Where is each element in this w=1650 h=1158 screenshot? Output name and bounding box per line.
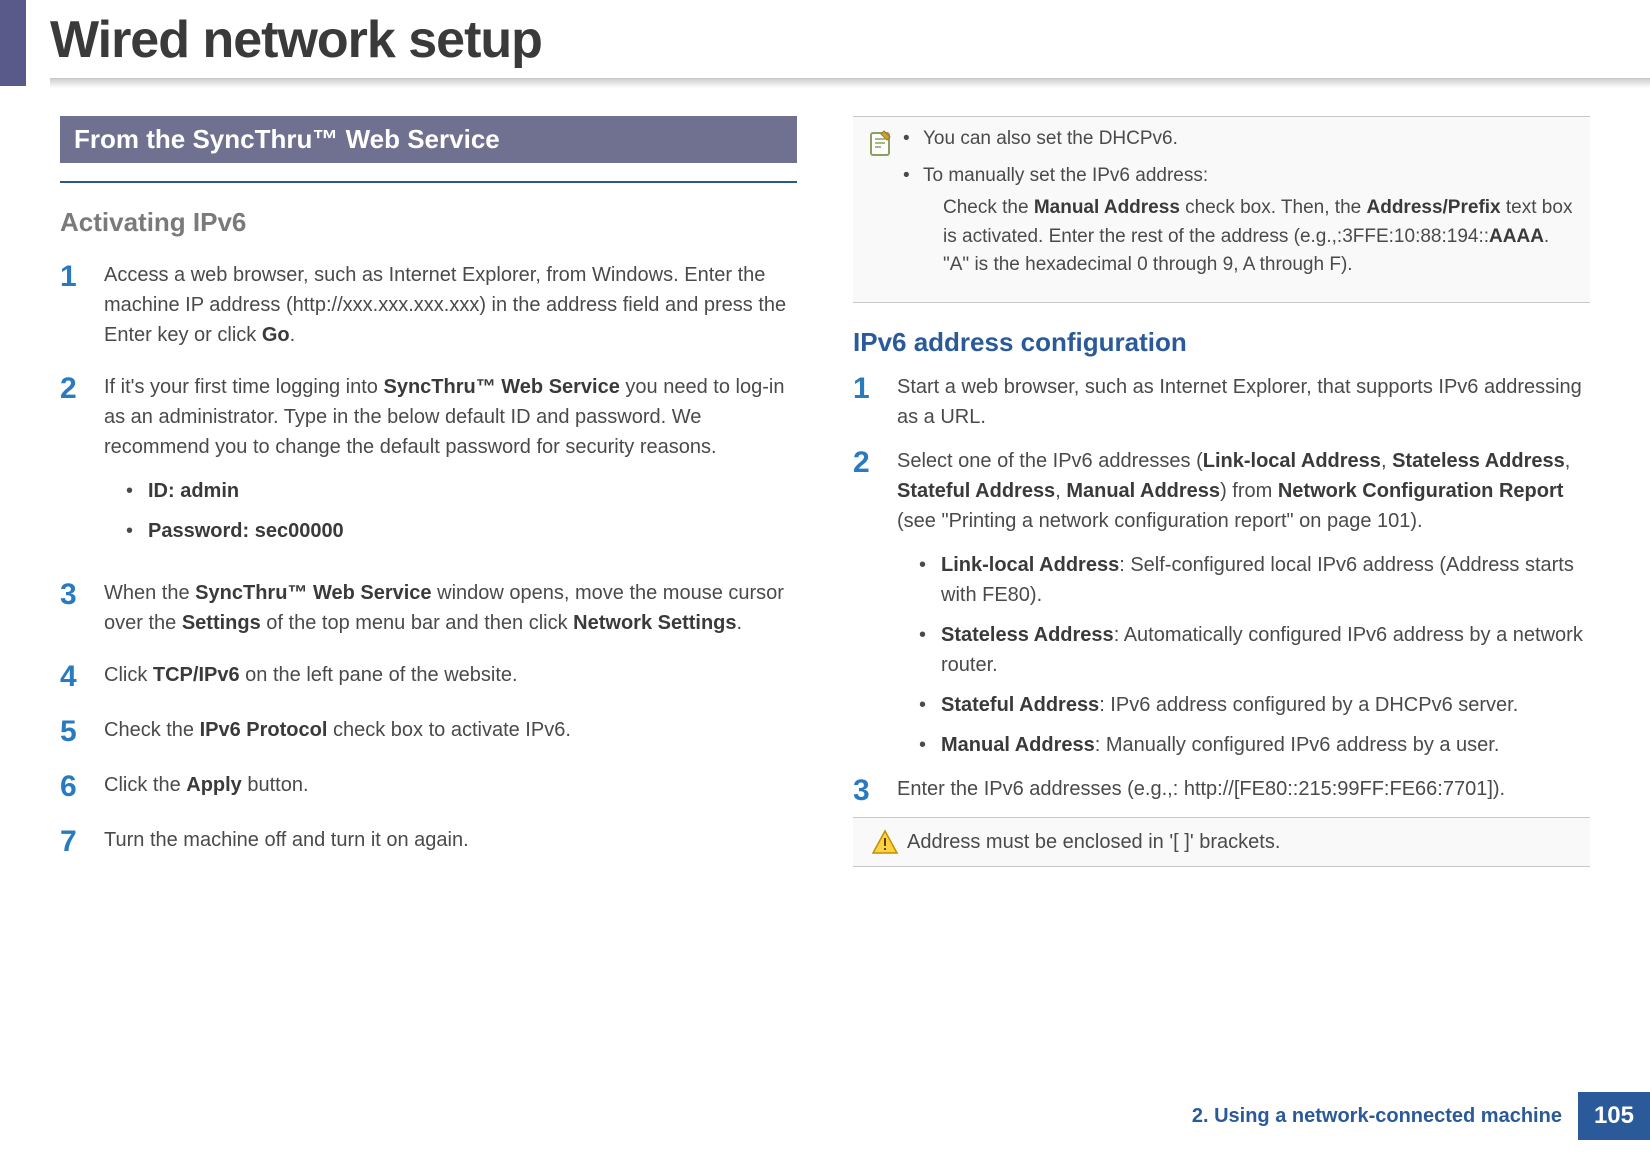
step-body: Click TCP/IPv6 on the left pane of the w… [104,660,797,693]
step-number: 6 [60,770,104,803]
note-item: To manually set the IPv6 address: Check … [903,162,1580,280]
step-3: 3 When the SyncThru™ Web Service window … [60,578,797,638]
step-number: 3 [853,774,897,807]
step-number: 1 [853,372,897,432]
list-item: Manual Address: Manually configured IPv6… [919,730,1590,760]
warning-text: Address must be enclosed in '[ ]' bracke… [907,828,1580,856]
address-types-list: Link-local Address: Self-configured loca… [897,550,1590,760]
section-heading: From the SyncThru™ Web Service [60,116,797,163]
step-number: 7 [60,825,104,858]
step-number: 3 [60,578,104,638]
list-item: Stateless Address: Automatically configu… [919,620,1590,680]
step-r2: 2 Select one of the IPv6 addresses (Link… [853,446,1590,770]
step-body: Access a web browser, such as Internet E… [104,260,797,350]
step-body: Enter the IPv6 addresses (e.g.,: http://… [897,774,1590,807]
page-footer: 2. Using a network-connected machine 105 [1192,1092,1650,1140]
page-header: Wired network setup [0,0,1650,92]
step-r1: 1 Start a web browser, such as Internet … [853,372,1590,432]
step-number: 2 [60,372,104,556]
step-2: 2 If it's your first time logging into S… [60,372,797,556]
left-column: From the SyncThru™ Web Service Activatin… [60,116,797,880]
note-item: You can also set the DHCPv6. [903,125,1580,154]
note-icon [859,125,903,288]
step-number: 4 [60,660,104,693]
step-number: 1 [60,260,104,350]
step-7: 7 Turn the machine off and turn it on ag… [60,825,797,858]
subheading-ipv6-config: IPv6 address configuration [853,327,1590,358]
step-body: If it's your first time logging into Syn… [104,372,797,556]
list-item: ID: admin [126,476,797,506]
footer-chapter: 2. Using a network-connected machine [1192,1105,1578,1128]
credentials-list: ID: admin Password: sec00000 [104,476,797,546]
step-body: Turn the machine off and turn it on agai… [104,825,797,858]
step-body: Select one of the IPv6 addresses (Link-l… [897,446,1590,770]
accent-bar [0,0,26,86]
list-item: Password: sec00000 [126,516,797,546]
note-detail: Check the Manual Address check box. Then… [923,194,1580,280]
step-5: 5 Check the IPv6 Protocol check box to a… [60,715,797,748]
step-r3: 3 Enter the IPv6 addresses (e.g.,: http:… [853,774,1590,807]
warning-box: Address must be enclosed in '[ ]' bracke… [853,817,1590,867]
step-body: When the SyncThru™ Web Service window op… [104,578,797,638]
note-box: You can also set the DHCPv6. To manually… [853,116,1590,303]
step-1: 1 Access a web browser, such as Internet… [60,260,797,350]
step-body: Start a web browser, such as Internet Ex… [897,372,1590,432]
subheading-activating-ipv6: Activating IPv6 [60,207,797,238]
step-6: 6 Click the Apply button. [60,770,797,803]
section-underline [60,181,797,183]
step-number: 2 [853,446,897,770]
warning-icon [863,828,907,856]
content-area: From the SyncThru™ Web Service Activatin… [0,92,1650,880]
step-body: Click the Apply button. [104,770,797,803]
step-4: 4 Click TCP/IPv6 on the left pane of the… [60,660,797,693]
step-number: 5 [60,715,104,748]
header-rule [50,78,1650,92]
list-item: Link-local Address: Self-configured loca… [919,550,1590,610]
list-item: Stateful Address: IPv6 address configure… [919,690,1590,720]
page-title: Wired network setup [50,10,1650,70]
page-number: 105 [1578,1092,1650,1140]
right-column: You can also set the DHCPv6. To manually… [853,116,1590,880]
note-body: You can also set the DHCPv6. To manually… [903,125,1580,288]
step-body: Check the IPv6 Protocol check box to act… [104,715,797,748]
